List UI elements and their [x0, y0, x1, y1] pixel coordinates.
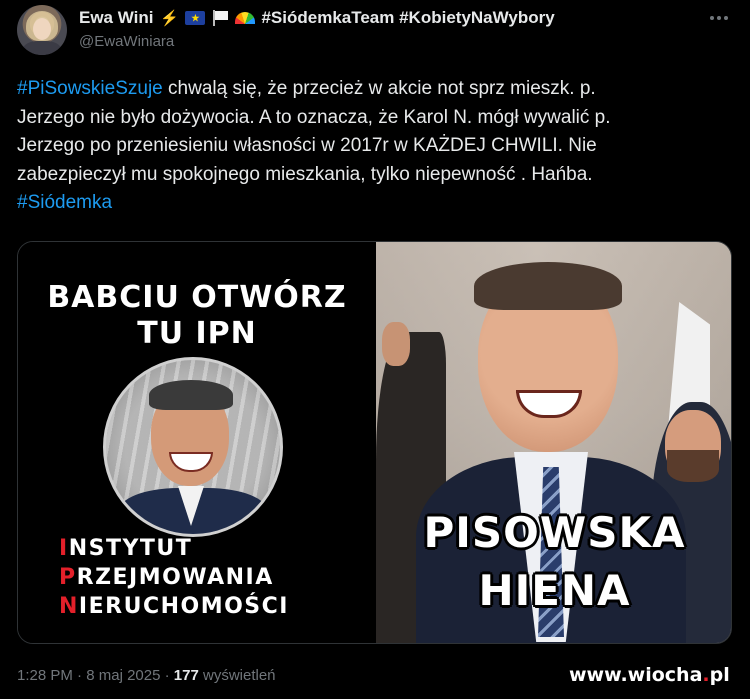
tweet-date[interactable]: 8 maj 2025 — [86, 667, 160, 684]
watermark: www.wiocha.pl — [569, 664, 730, 686]
tweet-meta: 1:28 PM · 8 maj 2025 · 177 wyświetleń — [17, 667, 276, 684]
hashtag-link[interactable]: #Siódemka — [17, 192, 112, 213]
tweet-media-image[interactable]: BABCIU OTWÓRZ TU IPN INSTYTUT PRZEJMOWAN… — [17, 241, 732, 644]
avatar-face — [33, 18, 51, 40]
meme-left-panel: BABCIU OTWÓRZ TU IPN INSTYTUT PRZEJMOWAN… — [18, 242, 376, 643]
tweet-line-4: zabezpieczył mu spokojnego mieszkania, t… — [17, 163, 593, 185]
tweet-line-5: #Siódemka — [17, 189, 733, 218]
meme-right-caption: PISOWSKA HIENA — [423, 508, 686, 615]
white-flag-icon — [211, 10, 229, 26]
author-name[interactable]: Ewa Wini — [79, 8, 153, 28]
author-handle[interactable]: @EwaWiniara — [79, 33, 174, 50]
author-avatar[interactable] — [17, 5, 67, 55]
author-name-hashtags: #SiódemkaTeam #KobietyNaWybory — [261, 8, 555, 27]
avatar-body — [23, 41, 61, 55]
hashtag-link[interactable]: #PiSowskieSzuje — [17, 78, 163, 99]
tweet-line-1: #PiSowskieSzuje chwalą się, że przecież … — [17, 78, 596, 99]
tweet-line-3: Jerzego po przeniesieniu własności w 201… — [17, 135, 597, 156]
rainbow-icon — [235, 12, 256, 24]
portrait-circle — [103, 357, 283, 537]
lightning-icon: ⚡ — [160, 10, 179, 27]
views-count: 177 — [173, 667, 199, 684]
tweet-line-2: Jerzego nie było dożywocia. A to oznacza… — [17, 106, 611, 128]
meme-right-panel: PISOWSKA HIENA — [376, 242, 731, 643]
more-options-icon[interactable] — [710, 14, 732, 22]
tweet-text: #PiSowskieSzuje chwalą się, że przecież … — [17, 75, 733, 218]
tweet-time[interactable]: 1:28 PM — [17, 667, 73, 684]
views-label: wyświetleń — [198, 667, 276, 684]
meme-left-title: BABCIU OTWÓRZ TU IPN — [47, 280, 347, 351]
eu-flag-icon: ★ — [185, 11, 206, 25]
ipn-acronym-text: INSTYTUT PRZEJMOWANIA NIERUCHOMOŚCI — [59, 536, 289, 619]
author-name-row[interactable]: Ewa Wini ⚡ ★ #SiódemkaTeam #KobietyNaWyb… — [79, 7, 555, 29]
